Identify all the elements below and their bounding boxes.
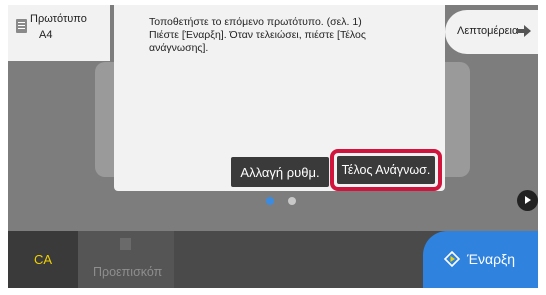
start-label: Έναρξη xyxy=(467,251,516,267)
page-dot-inactive[interactable] xyxy=(288,197,296,205)
start-button[interactable]: Έναρξη xyxy=(423,231,538,288)
dialog-message: Τοποθετήστε το επόμενο πρωτότυπο. (σελ. … xyxy=(149,16,366,54)
end-reading-button[interactable]: Τέλος Ανάγνωσ. xyxy=(337,156,435,184)
original-label: Πρωτότυπο xyxy=(30,13,87,25)
play-right-icon[interactable] xyxy=(517,190,538,211)
page-dot-active[interactable] xyxy=(266,197,274,205)
end-reading-highlight: Τέλος Ανάγνωσ. xyxy=(330,149,442,191)
document-icon xyxy=(16,19,27,33)
bottom-bar: CA Προεπισκόπ Έναρξη xyxy=(8,231,538,288)
preview-icon xyxy=(120,238,131,250)
preview-label: Προεπισκόπ xyxy=(93,265,163,279)
diamond-start-icon xyxy=(444,251,460,267)
preview-button: Προεπισκόπ xyxy=(78,231,174,288)
ca-button[interactable]: CA xyxy=(8,231,78,288)
original-size: A4 xyxy=(39,29,53,41)
change-settings-button[interactable]: Αλλαγή ρυθμ. xyxy=(231,157,329,187)
details-label: Λεπτομέρεια xyxy=(457,25,519,37)
arrow-right-icon xyxy=(517,25,531,37)
original-settings-panel[interactable]: Πρωτότυπο A4 xyxy=(8,5,110,61)
details-button[interactable]: Λεπτομέρεια xyxy=(445,10,538,54)
next-original-dialog: Τοποθετήστε το επόμενο πρωτότυπο. (σελ. … xyxy=(114,5,445,191)
copier-screen: Πρωτότυπο A4 Λεπτομέρεια Τοποθετήστε το … xyxy=(8,5,538,288)
